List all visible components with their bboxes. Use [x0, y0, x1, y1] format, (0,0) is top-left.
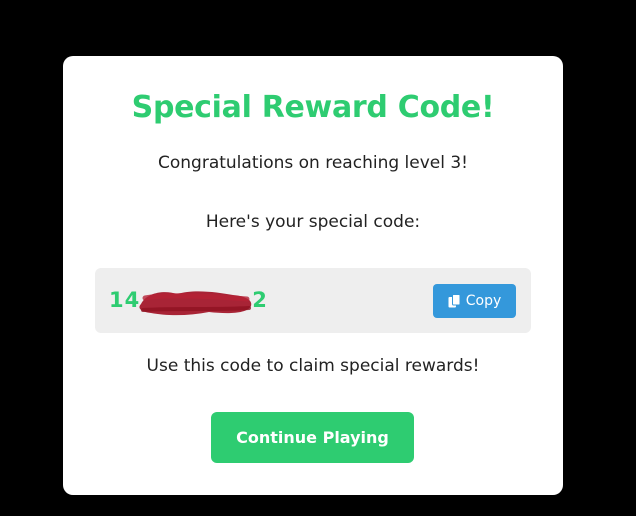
continue-playing-button[interactable]: Continue Playing	[211, 412, 414, 463]
reward-modal: Special Reward Code! Congratulations on …	[63, 56, 563, 495]
redaction-scribble	[139, 291, 252, 316]
modal-title: Special Reward Code!	[131, 90, 495, 125]
code-intro-text: Here's your special code:	[205, 212, 421, 232]
code-box: 14 2 Copy	[95, 268, 531, 333]
modal-backdrop: Special Reward Code! Congratulations on …	[0, 0, 636, 516]
instruction-message: Use this code to claim special rewards!	[146, 356, 480, 376]
copy-button-label: Copy	[465, 293, 502, 309]
copy-button[interactable]: Copy	[433, 284, 516, 318]
congrats-message: Congratulations on reaching level 3!	[158, 153, 468, 173]
reward-code-prefix: 14	[109, 288, 141, 312]
copy-icon	[448, 294, 461, 308]
